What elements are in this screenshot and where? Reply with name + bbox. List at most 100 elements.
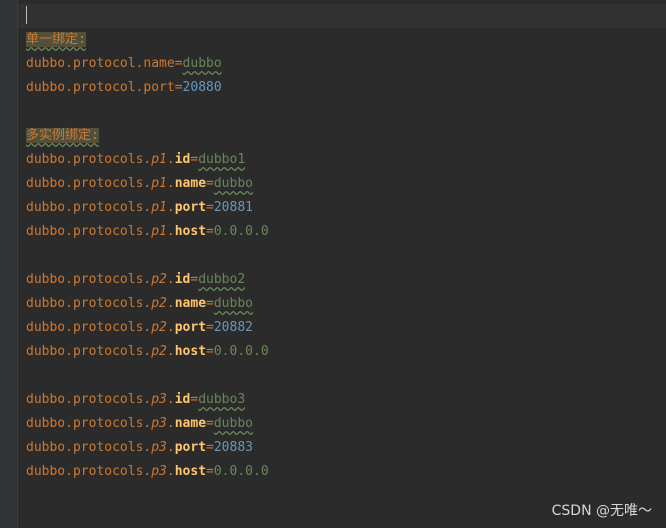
key-prop: port <box>174 200 207 215</box>
property-value: dubbo1 <box>198 152 246 167</box>
key-protocol-id: p1 <box>151 152 167 167</box>
key-prop: name <box>174 296 207 311</box>
key-prefix: dubbo.protocols. <box>26 320 152 335</box>
code-line[interactable]: dubbo.protocols.p1.id=dubbo1 <box>26 148 269 172</box>
equals-sign: = <box>206 344 214 359</box>
equals-sign: = <box>206 176 214 191</box>
key-dot: . <box>166 200 175 215</box>
code-line[interactable]: dubbo.protocols.p3.id=dubbo3 <box>26 388 269 412</box>
key-dot: . <box>166 152 175 167</box>
code-line[interactable]: dubbo.protocols.p2.id=dubbo2 <box>26 268 269 292</box>
equals-sign: = <box>206 200 214 215</box>
key-prefix: dubbo.protocols. <box>26 272 152 287</box>
key-prefix: dubbo.protocols. <box>26 416 152 431</box>
key-prop: port <box>174 320 207 335</box>
property-value: 0.0.0.0 <box>213 224 269 239</box>
equals-sign: = <box>174 56 183 71</box>
key-dot: . <box>166 272 175 287</box>
empty-line[interactable] <box>26 244 269 268</box>
text-caret <box>26 6 27 24</box>
equals-sign: = <box>206 416 214 431</box>
key-protocol-id: p2 <box>151 296 167 311</box>
key-protocol-id: p3 <box>151 392 167 407</box>
editor-gutter <box>0 0 18 528</box>
property-value: dubbo3 <box>198 392 246 407</box>
code-line[interactable]: 多实例绑定: <box>26 124 269 148</box>
csdn-watermark: CSDN @无唯～ <box>551 503 652 519</box>
code-line[interactable]: dubbo.protocols.p1.port=20881 <box>26 196 269 220</box>
key-prop: id <box>174 392 191 407</box>
key-dot: . <box>166 416 175 431</box>
property-value: dubbo2 <box>198 272 246 287</box>
key-protocol-id: p2 <box>151 344 167 359</box>
empty-line[interactable] <box>26 364 269 388</box>
key-protocol-id: p2 <box>151 272 167 287</box>
property-key: dubbo.protocol.port <box>26 80 175 95</box>
code-lines[interactable]: 单一绑定: dubbo.protocol.name=dubbo dubbo.pr… <box>26 28 269 484</box>
key-dot: . <box>166 440 175 455</box>
code-line[interactable]: dubbo.protocol.name=dubbo <box>26 52 269 76</box>
code-line[interactable]: dubbo.protocol.port=20880 <box>26 76 269 100</box>
key-prefix: dubbo.protocols. <box>26 296 152 311</box>
comment-single: 单一绑定: <box>26 32 86 47</box>
code-line[interactable]: dubbo.protocols.p1.name=dubbo <box>26 172 269 196</box>
code-line[interactable]: 单一绑定: <box>26 28 269 52</box>
code-line[interactable]: dubbo.protocols.p2.name=dubbo <box>26 292 269 316</box>
key-protocol-id: p1 <box>151 200 167 215</box>
equals-sign: = <box>206 320 214 335</box>
key-dot: . <box>166 392 175 407</box>
key-dot: . <box>166 224 175 239</box>
property-value: 20881 <box>213 200 253 215</box>
key-prop: name <box>174 176 207 191</box>
key-dot: . <box>166 344 175 359</box>
property-value: 20882 <box>213 320 253 335</box>
property-value: 20880 <box>182 80 222 95</box>
key-prop: host <box>174 344 207 359</box>
property-value: 0.0.0.0 <box>213 464 269 479</box>
key-prop: port <box>174 440 207 455</box>
property-value: dubbo <box>213 296 253 311</box>
key-prefix: dubbo.protocols. <box>26 440 152 455</box>
key-prefix: dubbo.protocols. <box>26 464 152 479</box>
code-line[interactable]: dubbo.protocols.p2.host=0.0.0.0 <box>26 340 269 364</box>
property-value: dubbo <box>213 176 253 191</box>
comment-multi: 多实例绑定: <box>26 128 99 143</box>
key-dot: . <box>166 176 175 191</box>
key-prop: host <box>174 224 207 239</box>
property-value: 20883 <box>213 440 253 455</box>
property-value: dubbo <box>213 416 253 431</box>
key-prop: id <box>174 152 191 167</box>
key-prefix: dubbo.protocols. <box>26 200 152 215</box>
property-value: dubbo <box>182 56 222 71</box>
key-prefix: dubbo.protocols. <box>26 344 152 359</box>
key-prop: host <box>174 464 207 479</box>
key-prefix: dubbo.protocols. <box>26 176 152 191</box>
key-dot: . <box>166 464 175 479</box>
code-line[interactable]: dubbo.protocols.p2.port=20882 <box>26 316 269 340</box>
equals-sign: = <box>206 440 214 455</box>
code-editor[interactable]: 单一绑定: dubbo.protocol.name=dubbo dubbo.pr… <box>0 0 666 528</box>
code-line[interactable]: dubbo.protocols.p3.port=20883 <box>26 436 269 460</box>
code-line[interactable]: dubbo.protocols.p3.host=0.0.0.0 <box>26 460 269 484</box>
equals-sign: = <box>206 224 214 239</box>
equals-sign: = <box>174 80 183 95</box>
empty-line[interactable] <box>26 100 269 124</box>
equals-sign: = <box>206 464 214 479</box>
key-prop: name <box>174 416 207 431</box>
key-prefix: dubbo.protocols. <box>26 224 152 239</box>
key-protocol-id: p3 <box>151 464 167 479</box>
property-key: dubbo.protocol.name <box>26 56 175 71</box>
key-protocol-id: p2 <box>151 320 167 335</box>
current-line-highlight <box>18 4 666 28</box>
key-protocol-id: p1 <box>151 224 167 239</box>
key-prop: id <box>174 272 191 287</box>
key-protocol-id: p3 <box>151 440 167 455</box>
key-dot: . <box>166 296 175 311</box>
equals-sign: = <box>206 296 214 311</box>
property-value: 0.0.0.0 <box>213 344 269 359</box>
code-line[interactable]: dubbo.protocols.p1.host=0.0.0.0 <box>26 220 269 244</box>
key-prefix: dubbo.protocols. <box>26 392 152 407</box>
code-line[interactable]: dubbo.protocols.p3.name=dubbo <box>26 412 269 436</box>
key-dot: . <box>166 320 175 335</box>
key-protocol-id: p1 <box>151 176 167 191</box>
